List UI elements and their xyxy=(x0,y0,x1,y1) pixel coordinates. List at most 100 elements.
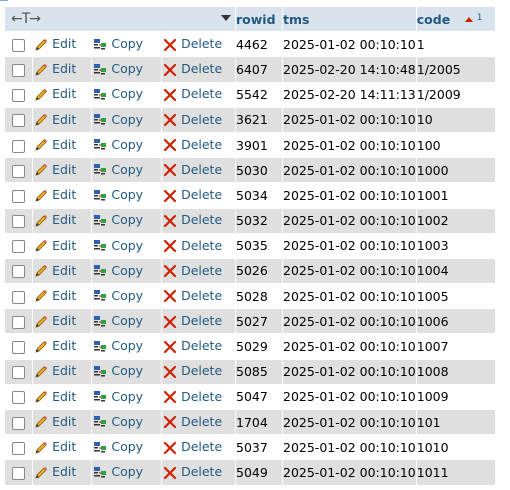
copy-link[interactable]: Copy xyxy=(92,36,143,51)
edit-link[interactable]: Edit xyxy=(33,263,76,278)
edit-link[interactable]: Edit xyxy=(33,187,76,202)
row-checkbox[interactable] xyxy=(12,189,26,203)
table-row[interactable]: Edit Copy Delete 3621 2025-01-02 00:10:10 10 xyxy=(5,107,495,132)
delete-link[interactable]: Delete xyxy=(162,61,222,76)
row-checkbox[interactable] xyxy=(12,290,26,304)
edit-link[interactable]: Edit xyxy=(33,238,76,253)
delete-link[interactable]: Delete xyxy=(162,464,222,479)
edit-link[interactable]: Edit xyxy=(33,86,76,101)
row-checkbox[interactable] xyxy=(12,441,26,455)
row-checkbox[interactable] xyxy=(12,416,26,430)
table-row[interactable]: Edit Copy Delete 5037 2025-01-02 00:10:10 101… xyxy=(5,435,495,460)
table-row[interactable]: Edit Copy Delete 5047 2025-01-02 00:10:10 100… xyxy=(5,384,495,409)
copy-link[interactable]: Copy xyxy=(92,162,143,177)
table-row[interactable]: Edit Copy Delete 6407 2025-02-20 14:10:48 1/2… xyxy=(5,57,495,82)
table-row[interactable]: Edit Copy Delete 5542 2025-02-20 14:11:13 1/2… xyxy=(5,82,495,107)
delete-link[interactable]: Delete xyxy=(162,414,222,429)
delete-link[interactable]: Delete xyxy=(162,36,222,51)
table-row[interactable]: Edit Copy Delete 3901 2025-01-02 00:10:10 100 xyxy=(5,132,495,158)
delete-link[interactable]: Delete xyxy=(162,263,222,278)
row-checkbox[interactable] xyxy=(12,89,26,103)
row-checkbox[interactable] xyxy=(12,240,26,254)
copy-link[interactable]: Copy xyxy=(92,61,143,76)
copy-link[interactable]: Copy xyxy=(92,112,143,127)
row-checkbox[interactable] xyxy=(12,315,26,329)
edit-link[interactable]: Edit xyxy=(33,313,76,328)
delete-link[interactable]: Delete xyxy=(162,363,222,378)
delete-link[interactable]: Delete xyxy=(162,238,222,253)
table-row[interactable]: Edit Copy Delete 5034 2025-01-02 00:10:10 100… xyxy=(5,183,495,208)
row-checkbox[interactable] xyxy=(12,391,26,405)
column-arrows-icon[interactable]: ←T→ xyxy=(11,11,41,27)
sort-link-tms[interactable]: tms xyxy=(283,12,309,27)
edit-link[interactable]: Edit xyxy=(33,389,76,404)
edit-link[interactable]: Edit xyxy=(33,137,76,152)
edit-link[interactable]: Edit xyxy=(33,338,76,353)
table-row[interactable]: Edit Copy Delete 1704 2025-01-02 00:10:10 101 xyxy=(5,410,495,435)
copy-link[interactable]: Copy xyxy=(92,212,143,227)
sort-ascending-icon[interactable] xyxy=(464,17,473,22)
delete-link[interactable]: Delete xyxy=(162,288,222,303)
delete-link[interactable]: Delete xyxy=(162,439,222,454)
column-header-code[interactable]: code 1 xyxy=(416,7,495,32)
edit-link[interactable]: Edit xyxy=(33,363,76,378)
table-row[interactable]: Edit Copy Delete 4462 2025-01-02 00:10:10 1 xyxy=(5,32,495,57)
delete-link[interactable]: Delete xyxy=(162,389,222,404)
edit-link[interactable]: Edit xyxy=(33,288,76,303)
table-row[interactable]: Edit Copy Delete 5027 2025-01-02 00:10:10 100… xyxy=(5,309,495,334)
edit-link[interactable]: Edit xyxy=(33,36,76,51)
sort-link-code[interactable]: code xyxy=(417,12,450,27)
table-row[interactable]: Edit Copy Delete 5035 2025-01-02 00:10:10 100… xyxy=(5,233,495,258)
copy-link[interactable]: Copy xyxy=(92,363,143,378)
copy-link[interactable]: Copy xyxy=(92,187,143,202)
column-header-tms[interactable]: tms xyxy=(283,7,416,32)
delete-link[interactable]: Delete xyxy=(162,313,222,328)
row-checkbox[interactable] xyxy=(12,466,26,480)
row-checkbox[interactable] xyxy=(12,139,26,153)
copy-link[interactable]: Copy xyxy=(92,137,143,152)
copy-link[interactable]: Copy xyxy=(92,414,143,429)
copy-link[interactable]: Copy xyxy=(92,313,143,328)
row-checkbox[interactable] xyxy=(12,341,26,355)
column-resize-control[interactable]: ←T→ xyxy=(5,7,235,32)
table-row[interactable]: Edit Copy Delete 5026 2025-01-02 00:10:10 100… xyxy=(5,258,495,284)
table-row[interactable]: Edit Copy Delete 5049 2025-01-02 00:10:10 101… xyxy=(5,460,495,485)
table-row[interactable]: Edit Copy Delete 5085 2025-01-02 00:10:10 100… xyxy=(5,359,495,384)
copy-link[interactable]: Copy xyxy=(92,288,143,303)
copy-link[interactable]: Copy xyxy=(92,439,143,454)
edit-link[interactable]: Edit xyxy=(33,414,76,429)
delete-link[interactable]: Delete xyxy=(162,338,222,353)
delete-link[interactable]: Delete xyxy=(162,212,222,227)
delete-link[interactable]: Delete xyxy=(162,162,222,177)
row-checkbox[interactable] xyxy=(12,38,26,52)
row-checkbox[interactable] xyxy=(12,114,26,128)
table-row[interactable]: Edit Copy Delete 5028 2025-01-02 00:10:10 100… xyxy=(5,284,495,309)
delete-link[interactable]: Delete xyxy=(162,187,222,202)
edit-link[interactable]: Edit xyxy=(33,464,76,479)
row-checkbox[interactable] xyxy=(12,63,26,77)
delete-link[interactable]: Delete xyxy=(162,86,222,101)
copy-link[interactable]: Copy xyxy=(92,338,143,353)
table-row[interactable]: Edit Copy Delete 5029 2025-01-02 00:10:10 100… xyxy=(5,334,495,359)
copy-link[interactable]: Copy xyxy=(92,464,143,479)
edit-link[interactable]: Edit xyxy=(33,112,76,127)
table-row[interactable]: Edit Copy Delete 5032 2025-01-02 00:10:10 100… xyxy=(5,208,495,233)
edit-link[interactable]: Edit xyxy=(33,439,76,454)
copy-link[interactable]: Copy xyxy=(92,389,143,404)
column-header-rowid[interactable]: rowid xyxy=(236,7,282,32)
chevron-down-icon[interactable] xyxy=(221,15,231,21)
edit-link[interactable]: Edit xyxy=(33,61,76,76)
copy-link[interactable]: Copy xyxy=(92,86,143,101)
row-checkbox[interactable] xyxy=(12,265,26,279)
delete-link[interactable]: Delete xyxy=(162,112,222,127)
table-row[interactable]: Edit Copy Delete 5030 2025-01-02 00:10:10 100… xyxy=(5,158,495,183)
delete-link[interactable]: Delete xyxy=(162,137,222,152)
copy-link[interactable]: Copy xyxy=(92,238,143,253)
edit-link[interactable]: Edit xyxy=(33,162,76,177)
row-checkbox[interactable] xyxy=(12,366,26,380)
row-checkbox[interactable] xyxy=(12,164,26,178)
copy-link[interactable]: Copy xyxy=(92,263,143,278)
sort-link-rowid[interactable]: rowid xyxy=(236,12,276,27)
edit-link[interactable]: Edit xyxy=(33,212,76,227)
row-checkbox[interactable] xyxy=(12,215,26,229)
